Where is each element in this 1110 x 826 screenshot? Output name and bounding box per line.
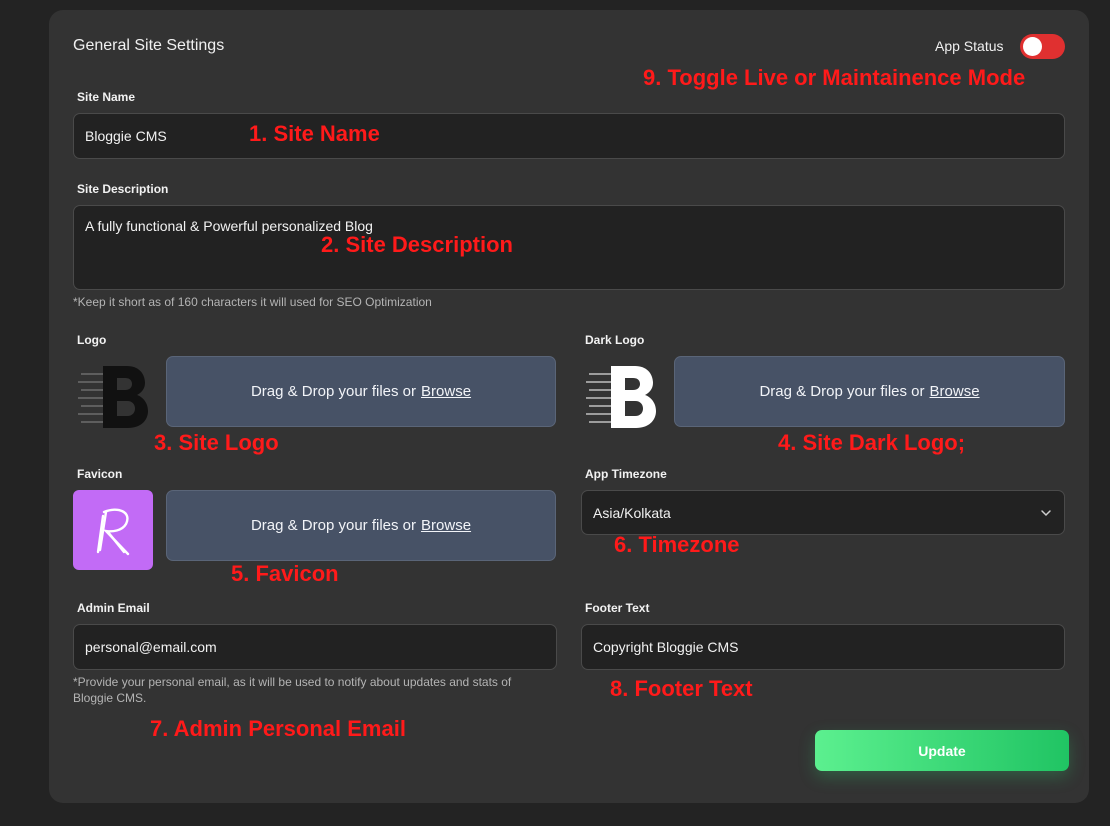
admin-email-input[interactable]: personal@email.com [73, 624, 557, 670]
admin-email-label: Admin Email [77, 601, 150, 615]
annotation-site-logo: 3. Site Logo [154, 430, 279, 455]
dark-logo-drop-text: Drag & Drop your files or [759, 383, 925, 400]
favicon-label: Favicon [77, 467, 123, 481]
logo-label: Logo [77, 333, 107, 347]
site-description-label: Site Description [77, 182, 169, 196]
footer-text-label: Footer Text [585, 601, 650, 615]
timezone-label: App Timezone [585, 467, 667, 481]
footer-text-input[interactable]: Copyright Bloggie CMS [581, 624, 1065, 670]
annotation-site-dark-logo: 4. Site Dark Logo; [778, 430, 966, 455]
logo-drop-text: Drag & Drop your files or [250, 383, 417, 400]
site-description-textarea[interactable]: A fully functional & Powerful personaliz… [73, 205, 1065, 290]
panel-title: General Site Settings [73, 37, 225, 54]
app-status-label: App Status [935, 38, 1004, 54]
dark-logo-preview-icon [583, 360, 659, 432]
favicon-drop-text: Drag & Drop your files or [250, 517, 417, 534]
admin-email-hint-line1: *Provide your personal email, as it will… [73, 675, 512, 689]
annotation-toggle-mode: 9. Toggle Live or Maintainence Mode [643, 65, 1026, 90]
update-button[interactable]: Update [815, 730, 1069, 771]
chevron-down-icon [1041, 510, 1051, 517]
logo-preview-icon [75, 360, 151, 432]
toggle-knob [1023, 37, 1042, 56]
annotation-timezone: 6. Timezone [614, 532, 740, 557]
site-name-input[interactable]: Bloggie CMS [73, 113, 1065, 159]
admin-email-hint-line2: Bloggie CMS. [73, 691, 147, 705]
favicon-preview-icon [73, 490, 153, 570]
dark-logo-browse-link[interactable]: Browse [930, 383, 980, 400]
timezone-select[interactable]: Asia/Kolkata [581, 490, 1065, 535]
dark-logo-label: Dark Logo [585, 333, 645, 347]
logo-browse-link[interactable]: Browse [421, 383, 471, 400]
annotation-site-description: 2. Site Description [321, 232, 513, 257]
logo-dropzone[interactable]: Drag & Drop your files or Browse [166, 356, 556, 427]
timezone-value: Asia/Kolkata [593, 504, 671, 521]
site-description-hint: *Keep it short as of 160 characters it w… [73, 295, 432, 309]
annotation-site-name: 1. Site Name [249, 121, 380, 146]
site-name-label: Site Name [77, 90, 136, 104]
settings-panel: General Site Settings App Status Site Na… [49, 10, 1089, 803]
favicon-dropzone[interactable]: Drag & Drop your files or Browse [166, 490, 556, 561]
dark-logo-dropzone[interactable]: Drag & Drop your files or Browse [674, 356, 1065, 427]
annotation-footer-text: 8. Footer Text [610, 676, 753, 701]
annotation-favicon: 5. Favicon [231, 561, 339, 586]
favicon-browse-link[interactable]: Browse [421, 517, 471, 534]
app-status-toggle[interactable] [1020, 34, 1065, 59]
annotation-admin-email: 7. Admin Personal Email [150, 716, 406, 741]
